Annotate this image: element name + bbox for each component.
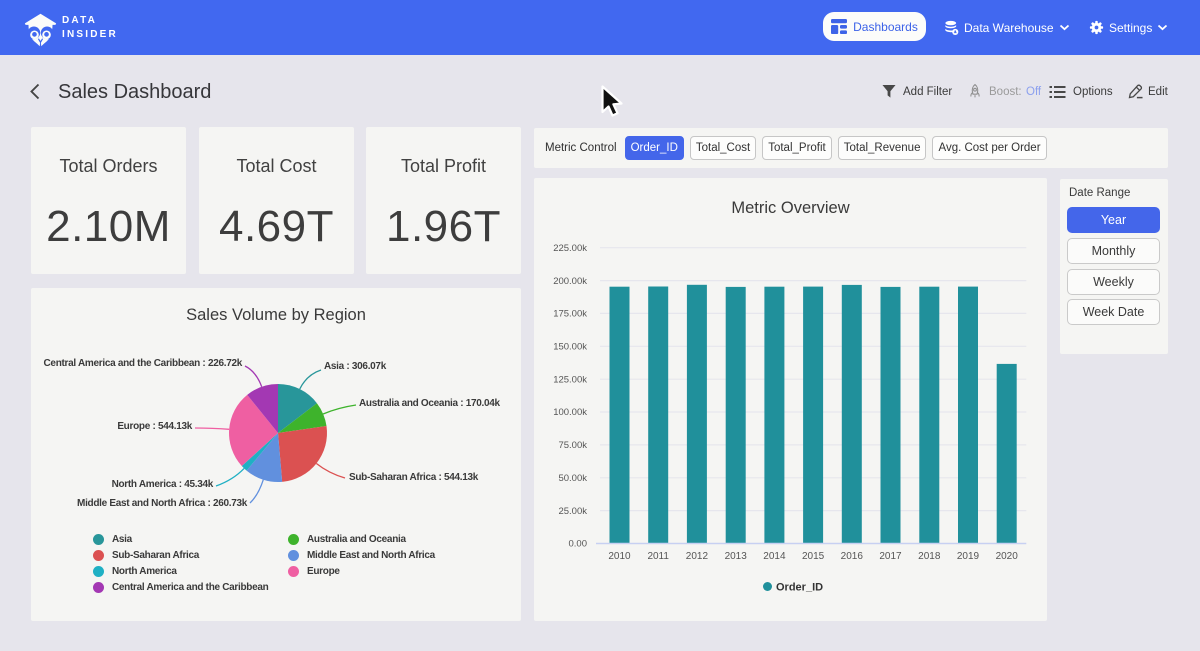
svg-text:2014: 2014 (763, 551, 786, 562)
svg-text:2012: 2012 (686, 551, 709, 562)
svg-text:2020: 2020 (996, 551, 1019, 562)
svg-text:2011: 2011 (647, 551, 669, 562)
svg-text:2010: 2010 (608, 551, 631, 562)
svg-text:0.00: 0.00 (569, 539, 588, 550)
svg-text:75.00k: 75.00k (558, 440, 587, 451)
svg-text:2016: 2016 (841, 551, 864, 562)
svg-text:2019: 2019 (957, 551, 980, 562)
svg-text:225.00k: 225.00k (553, 243, 587, 254)
svg-text:2017: 2017 (879, 551, 902, 562)
svg-text:50.00k: 50.00k (558, 473, 587, 484)
svg-text:150.00k: 150.00k (553, 342, 587, 353)
svg-text:175.00k: 175.00k (553, 309, 587, 320)
svg-text:2013: 2013 (725, 551, 748, 562)
svg-text:25.00k: 25.00k (558, 506, 587, 517)
svg-text:200.00k: 200.00k (553, 276, 587, 287)
svg-text:100.00k: 100.00k (553, 407, 587, 418)
svg-text:125.00k: 125.00k (553, 374, 587, 385)
svg-text:2018: 2018 (918, 551, 941, 562)
svg-text:2015: 2015 (802, 551, 825, 562)
svg-text:Order_ID: Order_ID (776, 582, 823, 594)
